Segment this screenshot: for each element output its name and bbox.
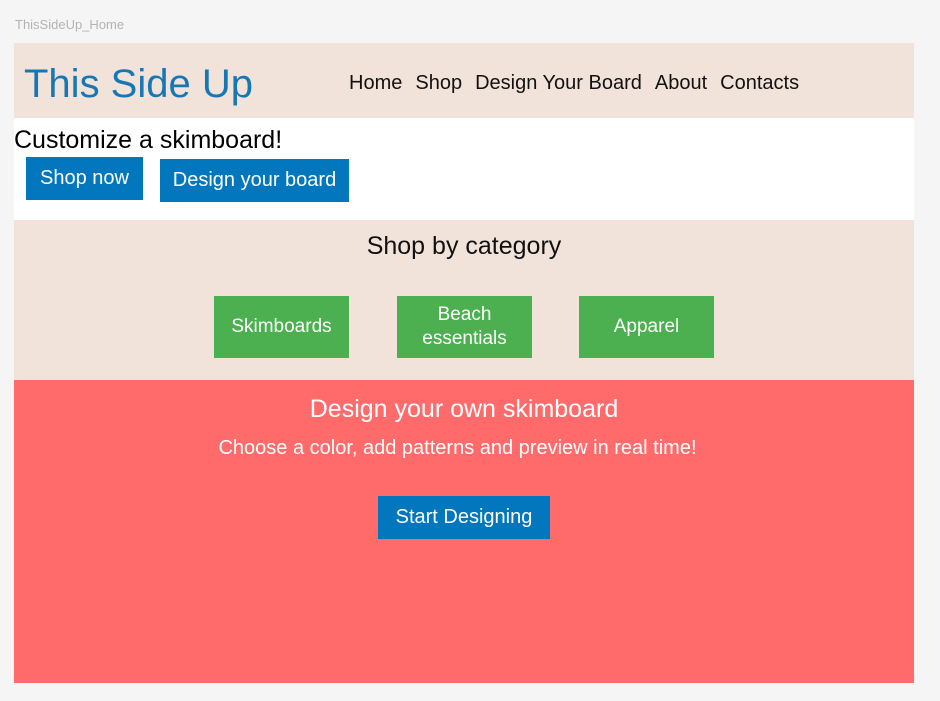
category-beach-essentials-button[interactable]: Beach essentials: [397, 296, 532, 358]
category-skimboards-button[interactable]: Skimboards: [214, 296, 349, 358]
design-your-board-button[interactable]: Design your board: [160, 159, 349, 202]
site-header: This Side Up Home Shop Design Your Board…: [14, 43, 914, 118]
design-title: Design your own skimboard: [309, 395, 619, 423]
frame-label: ThisSideUp_Home: [15, 17, 125, 32]
site-logo[interactable]: This Side Up: [24, 59, 253, 109]
design-subtitle: Choose a color, add patterns and preview…: [218, 437, 697, 459]
design-section: Design your own skimboard Choose a color…: [14, 380, 914, 683]
shop-now-button[interactable]: Shop now: [26, 157, 143, 200]
page-frame: This Side Up Home Shop Design Your Board…: [14, 43, 914, 683]
nav-contacts[interactable]: Contacts: [720, 71, 799, 95]
nav-about[interactable]: About: [655, 71, 707, 95]
category-section: Shop by category Skimboards Beach essent…: [14, 220, 914, 380]
category-beach-essentials-label: Beach essentials: [422, 304, 507, 349]
category-title: Shop by category: [366, 232, 562, 260]
nav-design-your-board[interactable]: Design Your Board: [475, 71, 642, 95]
main-nav: Home Shop Design Your Board About Contac…: [349, 71, 799, 95]
start-designing-button[interactable]: Start Designing: [378, 496, 550, 539]
nav-shop[interactable]: Shop: [415, 71, 462, 95]
nav-home[interactable]: Home: [349, 71, 402, 95]
category-apparel-label: Apparel: [613, 316, 680, 337]
category-apparel-button[interactable]: Apparel: [579, 296, 714, 358]
category-skimboards-label: Skimboards: [231, 316, 332, 337]
hero-title: Customize a skimboard!: [14, 126, 283, 154]
hero-section: Customize a skimboard! Shop now Design y…: [14, 118, 914, 220]
